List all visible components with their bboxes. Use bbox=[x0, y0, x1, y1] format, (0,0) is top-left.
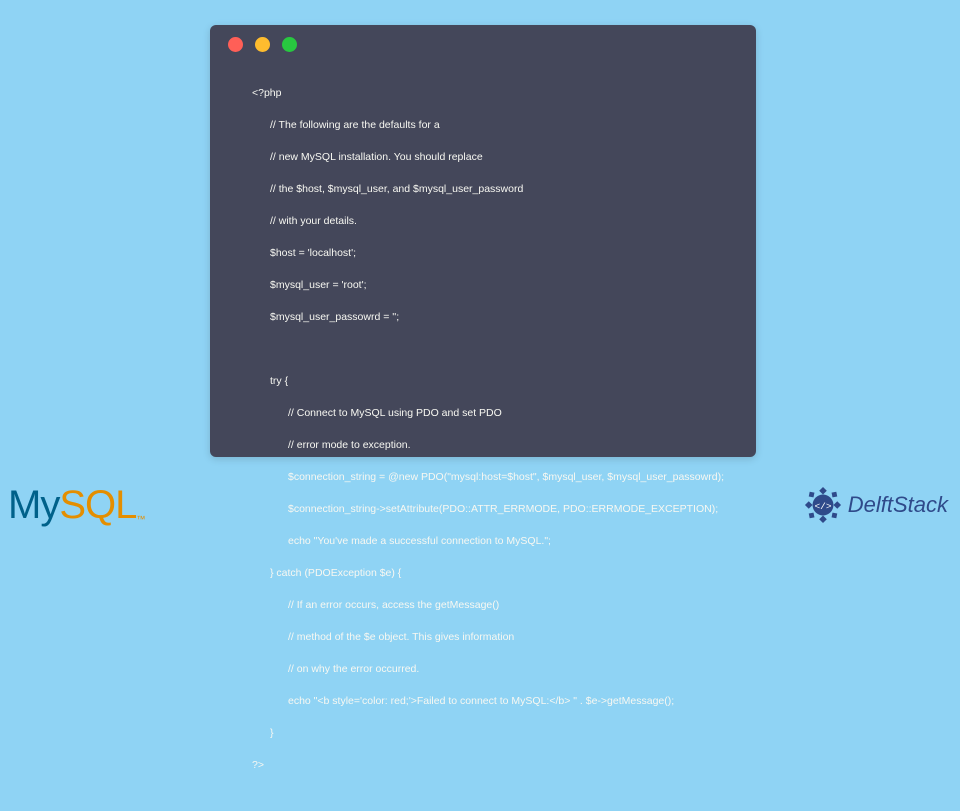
delftstack-logo-text: DelftStack bbox=[848, 492, 948, 518]
code-line: $host = 'localhost'; bbox=[234, 245, 732, 261]
delftstack-logo: </> DelftStack bbox=[804, 486, 948, 524]
code-line: // with your details. bbox=[234, 213, 732, 229]
code-line: // method of the $e object. This gives i… bbox=[234, 629, 732, 645]
mysql-logo-sql: SQL bbox=[59, 483, 136, 527]
code-line: try { bbox=[234, 373, 732, 389]
svg-text:</>: </> bbox=[814, 501, 831, 512]
code-line: // error mode to exception. bbox=[234, 437, 732, 453]
mysql-logo-tm: ™ bbox=[136, 514, 144, 524]
code-line: echo "You've made a successful connectio… bbox=[234, 533, 732, 549]
mysql-logo: MySQL™ bbox=[8, 483, 144, 528]
code-line: <?php bbox=[234, 85, 732, 101]
minimize-icon[interactable] bbox=[255, 37, 270, 52]
code-line: // new MySQL installation. You should re… bbox=[234, 149, 732, 165]
code-line: $connection_string->setAttribute(PDO::AT… bbox=[234, 501, 732, 517]
code-line: // the $host, $mysql_user, and $mysql_us… bbox=[234, 181, 732, 197]
code-line: // The following are the defaults for a bbox=[234, 117, 732, 133]
code-line: // Connect to MySQL using PDO and set PD… bbox=[234, 405, 732, 421]
code-line: $mysql_user = 'root'; bbox=[234, 277, 732, 293]
delftstack-badge-icon: </> bbox=[804, 486, 842, 524]
mysql-logo-my: My bbox=[8, 483, 59, 527]
code-editor-window: <?php // The following are the defaults … bbox=[210, 25, 756, 457]
code-line: $mysql_user_passowrd = ''; bbox=[234, 309, 732, 325]
code-line: } catch (PDOException $e) { bbox=[234, 565, 732, 581]
code-line: $connection_string = @new PDO("mysql:hos… bbox=[234, 469, 732, 485]
code-line: } bbox=[234, 725, 732, 741]
code-line: // on why the error occurred. bbox=[234, 661, 732, 677]
close-icon[interactable] bbox=[228, 37, 243, 52]
code-line: echo "<b style='color: red;'>Failed to c… bbox=[234, 693, 732, 709]
code-line: // If an error occurs, access the getMes… bbox=[234, 597, 732, 613]
window-titlebar bbox=[210, 25, 756, 63]
code-line: ?> bbox=[234, 757, 732, 773]
maximize-icon[interactable] bbox=[282, 37, 297, 52]
code-block: <?php // The following are the defaults … bbox=[210, 63, 756, 811]
